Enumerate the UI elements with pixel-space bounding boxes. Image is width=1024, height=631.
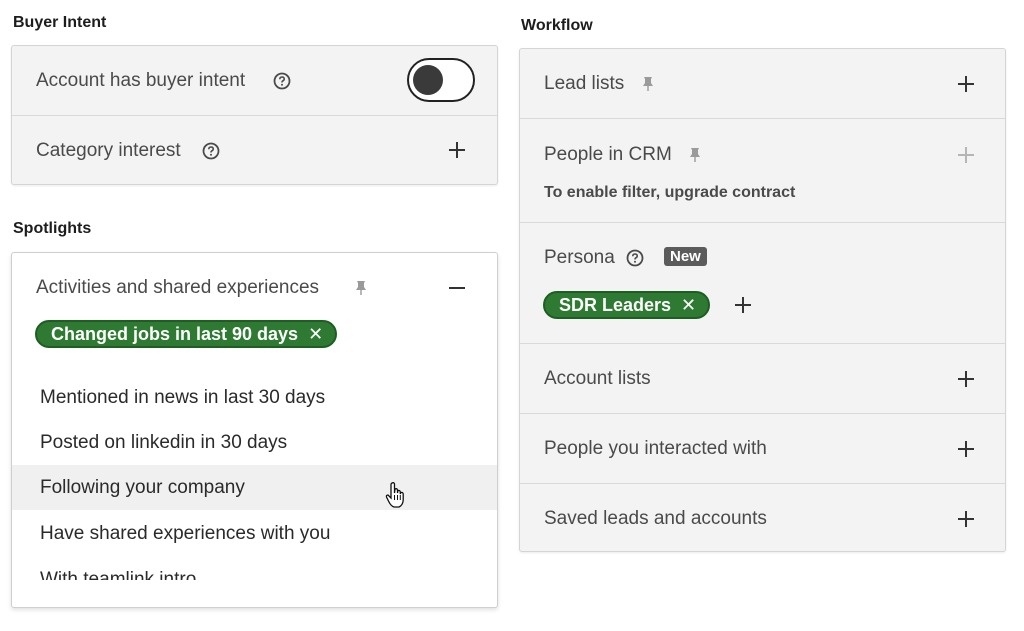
people-in-crm-row: People in CRM To enable filter, upgrade …	[520, 119, 1005, 223]
option-following-company[interactable]: Following your company	[12, 465, 497, 510]
pin-icon[interactable]	[640, 76, 656, 92]
plus-icon[interactable]	[733, 295, 753, 315]
plus-icon[interactable]	[956, 439, 976, 459]
persona-row: Persona New SDR Leaders ✕	[520, 223, 1005, 344]
account-lists-row[interactable]: Account lists	[520, 344, 1005, 414]
lead-lists-row[interactable]: Lead lists	[520, 49, 1005, 119]
pin-icon[interactable]	[353, 280, 369, 296]
buyer-intent-row: Account has buyer intent	[12, 46, 497, 116]
account-lists-label: Account lists	[544, 368, 651, 389]
toggle-knob	[413, 65, 443, 95]
close-icon[interactable]: ✕	[681, 295, 696, 316]
plus-icon[interactable]	[956, 509, 976, 529]
buyer-intent-toggle[interactable]	[407, 58, 475, 102]
activities-label: Activities and shared experiences	[36, 277, 320, 298]
lead-lists-label: Lead lists	[544, 73, 625, 94]
hand-cursor-icon	[385, 482, 404, 508]
saved-leads-row[interactable]: Saved leads and accounts	[520, 484, 1005, 551]
upgrade-note: To enable filter, upgrade contract	[544, 184, 796, 201]
workflow-title: Workflow	[521, 17, 593, 34]
chip-label: Changed jobs in last 90 days	[51, 323, 299, 344]
close-icon[interactable]: ✕	[308, 324, 323, 345]
sdr-leaders-chip[interactable]: SDR Leaders ✕	[543, 291, 711, 319]
people-interacted-label: People you interacted with	[544, 438, 767, 459]
plus-icon[interactable]	[956, 74, 976, 94]
account-buyer-intent-label: Account has buyer intent	[36, 70, 246, 91]
workflow-panel: Lead lists People in CRM To enable filte…	[519, 48, 1006, 552]
plus-icon[interactable]	[447, 140, 467, 160]
people-in-crm-label: People in CRM	[544, 144, 672, 165]
plus-icon-disabled	[958, 147, 974, 163]
option-shared-experiences[interactable]: Have shared experiences with you	[12, 511, 497, 556]
spotlights-panel: Activities and shared experiences Change…	[11, 252, 498, 608]
category-interest-label: Category interest	[36, 140, 181, 161]
changed-jobs-chip[interactable]: Changed jobs in last 90 days ✕	[35, 320, 338, 348]
plus-icon[interactable]	[956, 369, 976, 389]
option-posted-linkedin[interactable]: Posted on linkedin in 30 days	[12, 420, 497, 465]
pin-icon[interactable]	[687, 147, 703, 163]
option-mentioned-news[interactable]: Mentioned in news in last 30 days	[12, 375, 497, 420]
help-icon[interactable]	[626, 249, 644, 267]
new-badge: New	[664, 247, 707, 266]
chip-label: SDR Leaders	[559, 294, 672, 315]
spotlights-title: Spotlights	[13, 220, 92, 237]
persona-label: Persona	[544, 247, 615, 268]
option-teamlink-intro[interactable]: With teamlink intro	[12, 556, 497, 580]
people-interacted-row[interactable]: People you interacted with	[520, 414, 1005, 484]
help-icon[interactable]	[202, 142, 220, 160]
minus-icon[interactable]	[447, 278, 467, 298]
buyer-intent-title: Buyer Intent	[13, 14, 107, 31]
buyer-intent-panel: Account has buyer intent Category intere…	[11, 45, 498, 185]
category-interest-row: Category interest	[12, 116, 497, 186]
help-icon[interactable]	[273, 72, 291, 90]
saved-leads-label: Saved leads and accounts	[544, 508, 767, 529]
